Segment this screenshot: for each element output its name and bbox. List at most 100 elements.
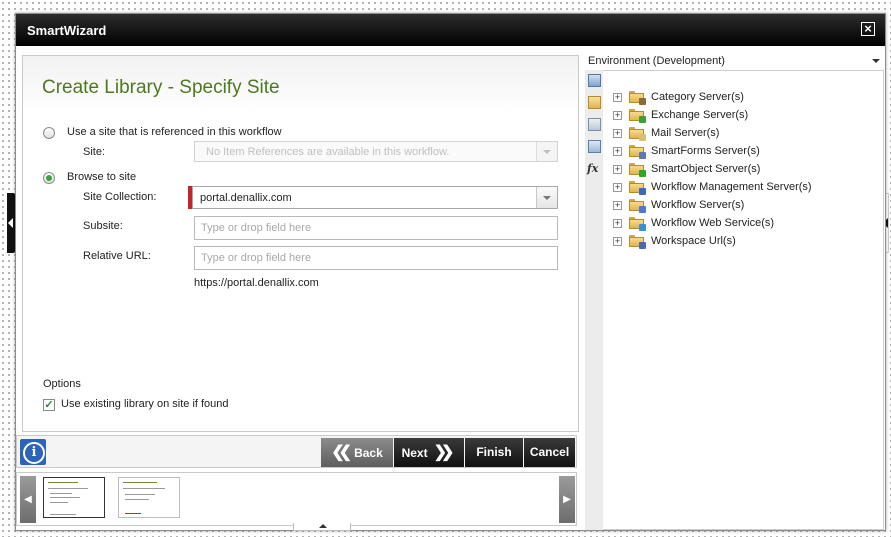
site-collection-label: Site Collection: xyxy=(83,191,157,203)
left-edge-tab[interactable] xyxy=(7,193,15,253)
site-collection-dropdown[interactable]: portal.denallix.com xyxy=(192,186,558,209)
cancel-button[interactable]: Cancel xyxy=(524,438,575,467)
tree-item[interactable]: + SmartForms Server(s) xyxy=(613,143,873,161)
tree-item[interactable]: + Exchange Server(s) xyxy=(613,107,873,125)
workspace-url-icon xyxy=(629,235,646,249)
environment-header[interactable]: Environment (Development) xyxy=(588,53,882,71)
back-button-label: Back xyxy=(354,446,383,460)
site-collection-dropdown-button[interactable] xyxy=(536,187,557,208)
radio-browse-to-site[interactable] xyxy=(43,172,55,184)
finish-button-label: Finish xyxy=(476,445,512,459)
tree-item[interactable]: + Workflow Web Service(s) xyxy=(613,215,873,233)
smartobject-server-icon xyxy=(629,163,646,177)
chevron-down-icon xyxy=(543,150,551,154)
next-button[interactable]: Next ❯❯ xyxy=(394,438,464,467)
subsite-placeholder: Type or drop field here xyxy=(201,222,312,234)
thumb-line xyxy=(50,493,72,494)
chevron-up-icon xyxy=(319,524,327,528)
environment-tree: + Category Server(s) + Exchange Server(s) + M… xyxy=(603,70,884,530)
thumb-line xyxy=(50,497,80,498)
expand-icon[interactable]: + xyxy=(613,111,622,120)
process-browser-icon[interactable] xyxy=(588,140,601,153)
header-band: Create Library - Specify Site xyxy=(23,56,578,114)
chevron-down-icon[interactable] xyxy=(872,59,880,63)
workflow-management-server-icon xyxy=(629,181,646,195)
expand-icon[interactable]: + xyxy=(613,165,622,174)
expand-icon[interactable]: + xyxy=(613,183,622,192)
collapse-thumbnails-tab[interactable] xyxy=(293,523,351,531)
tree-item-label: Workspace Url(s) xyxy=(651,235,736,247)
page-thumbnail-bar: ◀ ▶ xyxy=(16,472,577,526)
subsite-input[interactable]: Type or drop field here xyxy=(194,216,558,240)
options-heading: Options xyxy=(43,378,81,390)
thumb-line xyxy=(123,482,157,483)
wizard-content-panel: Create Library - Specify Site Use a site… xyxy=(22,55,579,432)
radio-browse-to-site-label[interactable]: Browse to site xyxy=(67,171,136,183)
tree-item[interactable]: + Workflow Management Server(s) xyxy=(613,179,873,197)
smartwizard-dialog: SmartWizard × Create Library - Specify S… xyxy=(15,13,886,531)
workflow-server-icon xyxy=(629,199,646,213)
cancel-button-label: Cancel xyxy=(529,445,570,459)
close-icon[interactable]: × xyxy=(861,22,875,36)
back-button[interactable]: ❮❮ Back xyxy=(321,438,393,467)
double-chevron-left-icon: ❮❮ xyxy=(331,444,352,461)
thumb-line xyxy=(125,494,155,495)
finish-button[interactable]: Finish xyxy=(465,438,523,467)
subsite-label: Subsite: xyxy=(83,220,123,232)
expand-icon[interactable]: + xyxy=(613,129,622,138)
expand-icon[interactable]: + xyxy=(613,93,622,102)
relative-url-placeholder: Type or drop field here xyxy=(201,252,312,264)
category-server-icon xyxy=(629,91,646,105)
thumbnail-page-1[interactable] xyxy=(43,477,105,518)
context-browser-icon[interactable] xyxy=(588,96,601,109)
thumb-line xyxy=(48,488,88,489)
thumbnail-page-2[interactable] xyxy=(118,477,180,518)
mail-server-icon xyxy=(629,127,646,141)
double-chevron-right-icon: ❯❯ xyxy=(433,444,455,461)
radio-use-referenced-site-label[interactable]: Use a site that is referenced in this wo… xyxy=(67,126,282,138)
tree-item-label: SmartObject Server(s) xyxy=(651,163,761,175)
use-existing-library-label[interactable]: Use existing library on site if found xyxy=(61,398,229,410)
thumbnail-scroll-left[interactable]: ◀ xyxy=(20,476,36,523)
environment-title: Environment (Development) xyxy=(588,55,725,67)
expand-icon[interactable]: + xyxy=(613,201,622,210)
function-browser-icon[interactable]: fx xyxy=(587,162,602,176)
relative-url-input[interactable]: Type or drop field here xyxy=(194,246,558,270)
title-bar: SmartWizard × xyxy=(16,14,885,46)
page-title: Create Library - Specify Site xyxy=(42,77,280,98)
chevron-down-icon xyxy=(543,196,551,200)
chevron-left-icon xyxy=(8,218,13,228)
tree-item-label: SmartForms Server(s) xyxy=(651,145,760,157)
wizard-button-bar: i ❮❮ Back Next ❯❯ Finish Cancel xyxy=(16,435,577,468)
tree-item-label: Workflow Web Service(s) xyxy=(651,217,775,229)
environment-icon-strip: fx xyxy=(585,70,604,530)
radio-use-referenced-site[interactable] xyxy=(43,127,55,139)
tree-item-label: Mail Server(s) xyxy=(651,127,720,139)
expand-icon[interactable]: + xyxy=(613,147,622,156)
info-button[interactable]: i xyxy=(20,439,46,465)
tree-item[interactable]: + Workspace Url(s) xyxy=(613,233,873,251)
smartforms-server-icon xyxy=(629,145,646,159)
next-button-label: Next xyxy=(401,446,428,460)
workflow-web-service-icon xyxy=(629,217,646,231)
thumb-line xyxy=(48,482,78,483)
environment-browser-icon[interactable] xyxy=(588,74,601,87)
object-browser-icon[interactable] xyxy=(588,118,601,131)
site-label: Site: xyxy=(83,146,106,158)
site-dropdown[interactable]: No Item References are available in this… xyxy=(194,141,558,162)
thumb-line xyxy=(50,502,68,503)
tree-item[interactable]: + Workflow Server(s) xyxy=(613,197,873,215)
tree-item[interactable]: + SmartObject Server(s) xyxy=(613,161,873,179)
site-dropdown-placeholder: No Item References are available in this… xyxy=(206,146,450,158)
relative-url-label: Relative URL: xyxy=(83,250,151,262)
expand-icon[interactable]: + xyxy=(613,219,622,228)
thumb-line xyxy=(50,514,76,515)
tree-item[interactable]: + Category Server(s) xyxy=(613,89,873,107)
tree-item[interactable]: + Mail Server(s) xyxy=(613,125,873,143)
site-collection-value: portal.denallix.com xyxy=(200,192,292,204)
tree-item-label: Workflow Server(s) xyxy=(651,199,745,211)
expand-icon[interactable]: + xyxy=(613,237,622,246)
site-dropdown-button[interactable] xyxy=(536,142,557,161)
use-existing-library-checkbox[interactable]: ✓ xyxy=(43,399,55,411)
thumbnail-scroll-right[interactable]: ▶ xyxy=(559,476,575,523)
